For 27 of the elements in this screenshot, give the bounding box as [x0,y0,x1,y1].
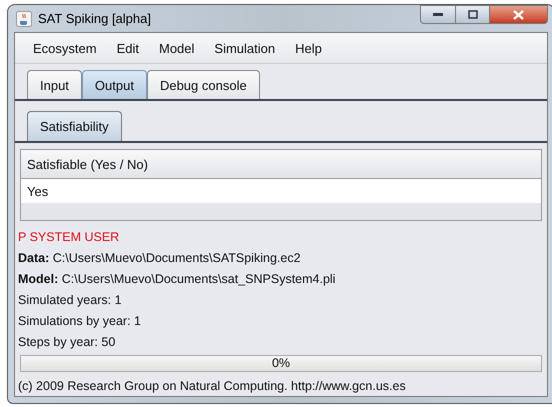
tab[interactable]: Satisfiability [27,111,122,142]
maximize-icon [468,10,478,19]
copyright-text: (c) 2009 Research Group on Natural Computing. http://www.gcn.us.es [17,378,407,396]
menu-item[interactable]: Edit [116,38,139,58]
log-line: Steps by year: 50 [18,334,116,352]
close-icon [513,10,524,20]
tab[interactable]: Input [27,70,82,100]
menu-item[interactable]: Model [158,38,194,58]
minimize-button[interactable] [420,5,456,24]
log-line: Model: C:\Users\Muevo\Documents\sat_SNPSystem4.pli [18,271,336,288]
minimize-icon [433,12,443,16]
table-cell-text: Yes [26,182,50,200]
column-header: Satisfiable (Yes / No) [26,156,149,174]
log-line: Simulations by year: 1 [18,313,142,330]
tab[interactable]: Debug console [146,70,260,100]
close-button[interactable] [490,5,548,24]
menu-item[interactable]: Ecosystem [33,38,97,58]
maximize-button[interactable] [456,5,490,24]
log-heading: P SYSTEM USER [18,229,120,246]
coffee-cup-icon [16,10,32,27]
log-line: Data: C:\Users\Muevo\Documents\SATSpiking.ec2 [18,250,302,268]
menu-item[interactable]: Help [295,38,322,58]
tab[interactable]: Output [82,70,147,100]
progress-reading: 0% [270,356,292,372]
log-line: Simulated years: 1 [18,292,123,310]
window-title: SAT Spiking [alpha] [38,10,151,28]
menu-item[interactable]: Simulation [214,38,276,58]
